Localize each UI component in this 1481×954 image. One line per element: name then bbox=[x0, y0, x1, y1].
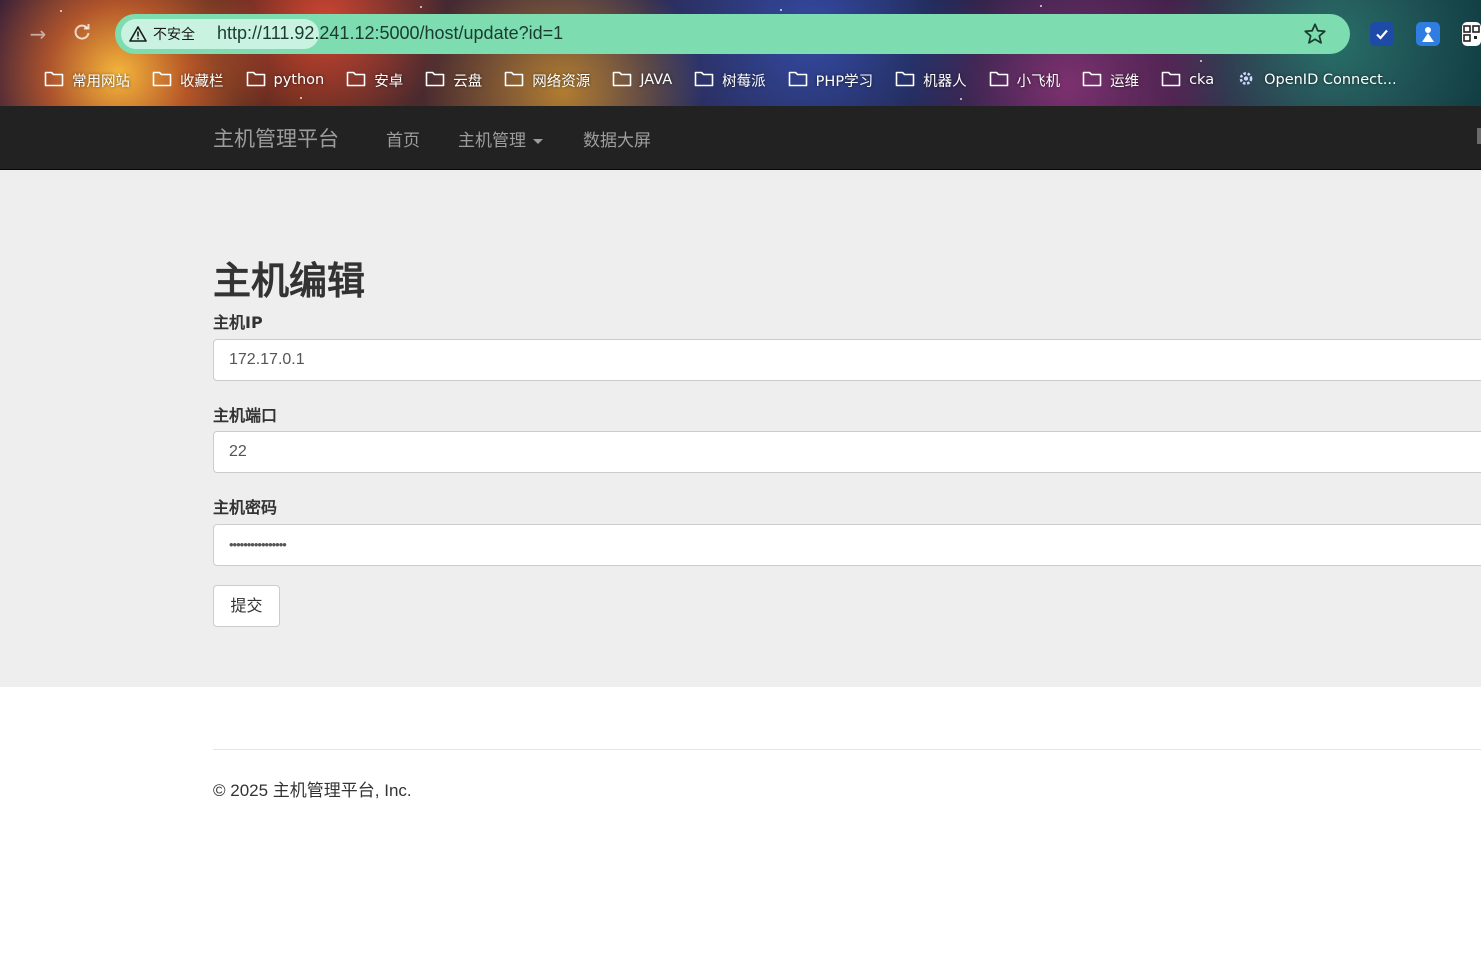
security-label: 不安全 bbox=[153, 27, 195, 43]
bookmark-label: 机器人 bbox=[923, 73, 967, 90]
bookmark-label: OpenID Connect... bbox=[1264, 72, 1397, 88]
bookmark-item[interactable]: JAVA bbox=[612, 70, 672, 91]
folder-icon bbox=[895, 70, 923, 91]
bookmark-star-icon[interactable] bbox=[1302, 21, 1328, 47]
bookmark-label: 网络资源 bbox=[532, 73, 591, 90]
bookmarks-bar: 常用网站 收藏栏 python 安卓 云盘 网络资源 JAVA 树莓派 PHP学习 机器人 小飞机 运… bbox=[44, 66, 1419, 94]
folder-icon bbox=[504, 70, 532, 91]
folder-icon bbox=[1082, 70, 1110, 91]
host-password-input[interactable]: •••••••••••••••• bbox=[213, 524, 1481, 566]
nav-dropdown-label: 主机管理 bbox=[458, 131, 526, 151]
bookmark-item[interactable]: 运维 bbox=[1082, 70, 1139, 91]
folder-icon bbox=[152, 70, 180, 91]
page-title: 主机编辑 bbox=[213, 259, 366, 303]
footer-copyright: © 2025 主机管理平台, Inc. bbox=[213, 781, 412, 800]
background-star bbox=[780, 9, 782, 11]
bookmark-item[interactable]: 机器人 bbox=[895, 70, 967, 91]
bookmark-label: 收藏栏 bbox=[180, 73, 224, 90]
bookmark-label: 常用网站 bbox=[72, 73, 130, 90]
reload-icon[interactable] bbox=[70, 22, 94, 46]
bookmark-item[interactable]: PHP学习 bbox=[788, 70, 873, 91]
bookmark-label: 云盘 bbox=[453, 73, 483, 90]
folder-icon bbox=[425, 70, 453, 91]
background-star bbox=[60, 10, 62, 12]
background-star bbox=[420, 6, 422, 8]
bookmark-item[interactable]: 网络资源 bbox=[504, 70, 590, 91]
submit-button[interactable]: 提交 bbox=[213, 585, 280, 627]
bookmark-label: 运维 bbox=[1110, 73, 1140, 90]
footer-divider bbox=[213, 749, 1481, 750]
folder-icon bbox=[612, 70, 640, 91]
folder-icon bbox=[788, 70, 816, 91]
bookmark-label: 树莓派 bbox=[722, 73, 766, 90]
url-text[interactable]: http://111.92.241.12:5000/host/update?id… bbox=[217, 23, 563, 44]
forward-arrow-icon[interactable]: → bbox=[26, 22, 50, 46]
bookmark-label: 安卓 bbox=[374, 73, 404, 90]
navbar-brand[interactable]: 主机管理平台 bbox=[213, 123, 339, 153]
nav-dropdown-host-management[interactable]: 主机管理 bbox=[458, 126, 543, 151]
bookmark-label: cka bbox=[1189, 72, 1215, 88]
bookmark-item[interactable]: OpenID Connect... bbox=[1236, 70, 1397, 91]
bookmark-item[interactable]: 云盘 bbox=[425, 70, 482, 91]
edit-host-panel: 主机编辑 主机IP 172.17.0.1 主机端口 22 主机密码 ••••••… bbox=[0, 170, 1481, 687]
background-star bbox=[960, 98, 962, 100]
address-bar[interactable]: 不安全 http://111.92.241.12:5000/host/updat… bbox=[115, 14, 1350, 54]
extension-translate-icon[interactable] bbox=[1416, 22, 1440, 46]
caret-down-icon bbox=[533, 138, 543, 144]
host-ip-input[interactable]: 172.17.0.1 bbox=[213, 339, 1481, 381]
bookmark-item[interactable]: cka bbox=[1161, 70, 1214, 91]
background-star bbox=[1040, 5, 1042, 7]
background-star bbox=[300, 97, 302, 99]
folder-icon bbox=[1161, 70, 1189, 91]
folder-icon bbox=[989, 70, 1017, 91]
folder-icon bbox=[346, 70, 374, 91]
extension-check-icon[interactable] bbox=[1370, 22, 1394, 46]
host-ip-label: 主机IP bbox=[213, 313, 263, 332]
bookmark-item[interactable]: 小飞机 bbox=[989, 70, 1061, 91]
bookmark-item[interactable]: 常用网站 bbox=[44, 70, 130, 91]
bookmark-item[interactable]: 树莓派 bbox=[694, 70, 766, 91]
browser-chrome: → 不安全 http://111.92.241.12:5000/host/upd… bbox=[0, 0, 1481, 106]
folder-icon bbox=[44, 70, 72, 91]
bookmark-item[interactable]: 安卓 bbox=[346, 70, 403, 91]
host-port-input[interactable]: 22 bbox=[213, 431, 1481, 473]
host-password-label: 主机密码 bbox=[213, 498, 278, 517]
folder-icon bbox=[246, 70, 274, 91]
nav-link-dashboard[interactable]: 数据大屏 bbox=[583, 126, 651, 151]
bookmark-item[interactable]: 收藏栏 bbox=[152, 70, 224, 91]
bookmark-label: 小飞机 bbox=[1016, 73, 1061, 90]
bookmark-item[interactable]: python bbox=[246, 70, 325, 91]
gear-icon bbox=[1236, 70, 1264, 91]
host-port-label: 主机端口 bbox=[213, 406, 278, 425]
extension-qrcode-icon[interactable] bbox=[1462, 22, 1481, 46]
background-star bbox=[1200, 60, 1202, 62]
bookmark-label: python bbox=[273, 72, 325, 88]
app-navbar: 主机管理平台 首页 主机管理 数据大屏 bbox=[0, 106, 1481, 170]
bookmark-label: PHP学习 bbox=[815, 73, 874, 90]
bookmark-label: JAVA bbox=[640, 72, 673, 88]
nav-link-home[interactable]: 首页 bbox=[386, 126, 420, 151]
navbar-right-item-clipped bbox=[1477, 128, 1481, 144]
warning-icon bbox=[129, 26, 147, 42]
folder-icon bbox=[694, 70, 722, 91]
